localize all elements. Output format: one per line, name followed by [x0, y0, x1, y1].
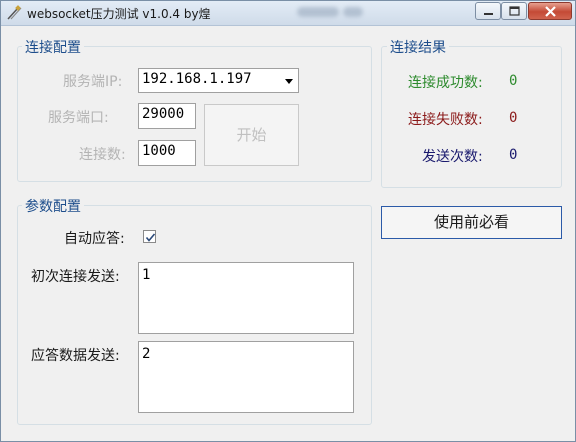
app-icon — [6, 5, 22, 21]
connection-count-label: 连接数: — [79, 147, 126, 163]
chevron-down-icon[interactable] — [285, 79, 293, 84]
success-count-value: 0 — [509, 73, 518, 89]
auto-reply-label: 自动应答: — [64, 231, 125, 247]
server-ip-select[interactable]: 192.168.1.197 — [138, 68, 299, 93]
close-button[interactable] — [528, 2, 572, 20]
minimize-button[interactable] — [475, 2, 501, 20]
failure-count-value: 0 — [509, 110, 518, 126]
main-window: websocket压力测试 v1.0.4 by煌 连接配置 服务端IP: 192… — [0, 0, 576, 442]
window-title: websocket压力测试 v1.0.4 by煌 — [27, 7, 211, 21]
sent-count-value: 0 — [509, 147, 518, 163]
reply-send-textarea[interactable]: 2 — [138, 341, 354, 413]
first-send-textarea[interactable]: 1 — [138, 262, 354, 334]
server-ip-value: 192.168.1.197 — [142, 71, 252, 87]
title-blur-mark-2 — [343, 7, 363, 17]
param-config-title: 参数配置 — [22, 196, 84, 216]
server-port-label: 服务端口: — [48, 110, 109, 126]
maximize-button[interactable] — [501, 2, 527, 20]
server-port-value: 29000 — [142, 106, 185, 122]
server-port-input[interactable]: 29000 — [138, 103, 196, 129]
maximize-icon — [509, 6, 520, 16]
checkmark-icon — [145, 233, 156, 242]
close-icon — [545, 6, 556, 17]
read-before-use-button[interactable]: 使用前必看 — [381, 206, 562, 239]
minimize-icon — [484, 13, 493, 15]
first-send-label: 初次连接发送: — [31, 269, 120, 285]
auto-reply-checkbox[interactable] — [143, 230, 156, 243]
title-blur-mark — [297, 7, 339, 17]
title-bar[interactable]: websocket压力测试 v1.0.4 by煌 — [1, 1, 575, 26]
server-ip-label: 服务端IP: — [63, 74, 123, 90]
connection-count-input[interactable]: 1000 — [138, 140, 196, 166]
connection-result-title: 连接结果 — [387, 37, 449, 57]
connection-config-title: 连接配置 — [22, 37, 84, 57]
start-button[interactable]: 开始 — [204, 104, 299, 166]
success-count-label: 连接成功数: — [408, 75, 483, 91]
connection-count-value: 1000 — [142, 143, 176, 159]
failure-count-label: 连接失败数: — [408, 112, 483, 128]
sent-count-label: 发送次数: — [422, 149, 483, 165]
reply-send-label: 应答数据发送: — [31, 348, 120, 364]
